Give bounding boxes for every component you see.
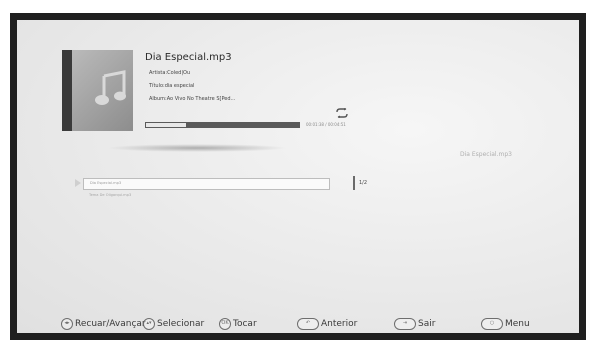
ok-icon: OK — [219, 318, 231, 330]
hint-play[interactable]: OK Tocar — [219, 318, 257, 330]
hint-back-label: Anterior — [321, 319, 358, 329]
album-label: Album:Ao Vivo No Theatre S[Ped... — [149, 96, 236, 102]
hint-select-label: Selecionar — [157, 319, 205, 329]
playlist-item[interactable]: Tema De Oligarqui.mp3 — [89, 193, 131, 197]
hint-menu[interactable]: ○ Menu — [481, 318, 530, 330]
progress-bar[interactable] — [145, 122, 300, 128]
selection-arrow-icon — [75, 179, 81, 187]
playlist-item-label: Dia Especial.mp3 — [90, 181, 122, 185]
page-counter: 1/2 — [359, 180, 368, 186]
hint-exit-label: Sair — [418, 319, 436, 329]
hint-select[interactable]: ▴▾ Selecionar — [143, 318, 204, 330]
page: Dia Especial.mp3 Artista:Coled|Ou Título… — [0, 0, 594, 341]
menu-icon: ○ — [481, 318, 503, 330]
exit-icon: ⇥ — [394, 318, 416, 330]
hint-menu-label: Menu — [505, 319, 530, 329]
album-art — [62, 50, 133, 131]
current-file-label: Dia Especial.mp3 — [460, 151, 512, 158]
time-readout: 00:01:38 / 00:04:51 — [306, 122, 346, 127]
track-filename: Dia Especial.mp3 — [145, 52, 232, 63]
album-art-strip — [62, 50, 72, 131]
progress-fill — [146, 123, 186, 127]
hint-seek-label: Recuar/Avançar — [75, 319, 146, 329]
artist-label: Artista:Coled|Ou — [149, 70, 191, 76]
hint-exit[interactable]: ⇥ Sair — [394, 318, 435, 330]
title-label: Título:dia especial — [149, 83, 195, 89]
tv-bezel: Dia Especial.mp3 Artista:Coled|Ou Título… — [10, 13, 586, 340]
scroll-indicator — [353, 176, 355, 190]
reflection-glow — [107, 144, 287, 152]
music-player-screen: Dia Especial.mp3 Artista:Coled|Ou Título… — [17, 20, 579, 333]
hint-seek[interactable]: ◂▸ Recuar/Avançar — [61, 318, 146, 330]
updown-icon: ▴▾ — [143, 318, 155, 330]
hint-play-label: Tocar — [233, 319, 257, 329]
playlist-item-selected[interactable]: Dia Especial.mp3 — [83, 178, 330, 190]
back-icon: ↶ — [297, 318, 319, 330]
seek-icon: ◂▸ — [61, 318, 73, 330]
music-note-icon — [95, 70, 126, 105]
hint-back[interactable]: ↶ Anterior — [297, 318, 357, 330]
repeat-icon[interactable] — [335, 108, 349, 118]
footer-hints: ◂▸ Recuar/Avançar ▴▾ Selecionar OK Tocar… — [17, 316, 579, 333]
